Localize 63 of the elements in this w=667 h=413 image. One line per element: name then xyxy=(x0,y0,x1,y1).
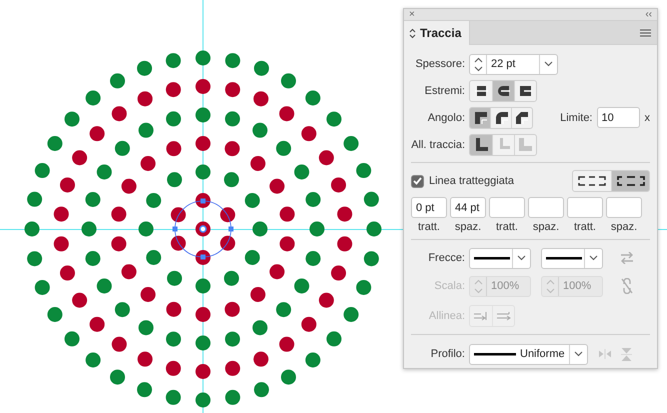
checkbox-label: Linea tratteggiata xyxy=(429,175,514,187)
field-label: Angolo: xyxy=(426,112,466,124)
panel-tab[interactable]: Traccia xyxy=(404,21,470,45)
field-value: 22 pt xyxy=(490,57,516,72)
field-label: Allinea: xyxy=(428,310,466,322)
dash-exact-icon xyxy=(577,175,607,187)
field-label: Spessore: xyxy=(414,58,466,70)
dash-field[interactable] xyxy=(567,197,603,218)
field-caption: tratt. xyxy=(496,221,518,233)
stroke-option-button[interactable] xyxy=(470,134,492,154)
stepper-icon xyxy=(546,278,554,294)
field-value: 100% xyxy=(490,279,520,294)
field-label: Scala: xyxy=(433,280,466,292)
field-caption: tratt. xyxy=(574,221,596,233)
chevron-down-icon xyxy=(544,61,553,67)
selection-outline[interactable] xyxy=(172,198,234,260)
dash-field[interactable]: 0 pt xyxy=(411,197,447,218)
stroke-option-button[interactable] xyxy=(492,80,514,100)
line-preview-icon xyxy=(474,352,516,356)
dash-field[interactable] xyxy=(489,197,525,218)
stroke-option-button[interactable] xyxy=(470,108,490,128)
dash-corners-icon xyxy=(616,175,646,187)
close-button[interactable]: × xyxy=(409,10,415,20)
field-label: Profilo: xyxy=(430,348,466,360)
line-preview-icon xyxy=(474,256,510,260)
menu-icon[interactable] xyxy=(640,28,651,37)
field-label: Limite: xyxy=(559,112,594,124)
field-label: Estremi: xyxy=(424,84,466,96)
outside-align-icon xyxy=(518,137,533,152)
end-arrow-dropdown[interactable] xyxy=(541,248,603,268)
field-value: Uniforme xyxy=(520,348,565,360)
miter-corner-icon xyxy=(472,110,488,125)
limit-field[interactable]: 10 xyxy=(596,107,640,128)
dash-field[interactable]: 44 pt xyxy=(450,197,486,218)
field-value: 100% xyxy=(562,279,592,294)
chevron-down-icon xyxy=(574,351,583,357)
check-icon xyxy=(413,177,422,185)
checkbox[interactable] xyxy=(411,174,424,188)
field-label: All. traccia: xyxy=(411,138,466,150)
stepper-icon xyxy=(474,278,482,294)
start-arrow-dropdown[interactable] xyxy=(469,248,531,268)
stepper-icon xyxy=(474,56,482,72)
chevron-down-icon xyxy=(589,255,598,261)
stepper-icon xyxy=(409,28,416,39)
weight-field[interactable]: 22 pt xyxy=(469,54,558,74)
collapse-button[interactable]: ‹‹ xyxy=(645,10,652,20)
dash-mode-button[interactable] xyxy=(611,171,649,191)
field-caption: spaz. xyxy=(532,221,560,233)
bevel-corner-icon xyxy=(514,110,530,125)
stroke-option-button[interactable] xyxy=(490,108,511,128)
panel-title: Traccia xyxy=(420,26,462,40)
field-caption: spaz. xyxy=(610,221,638,233)
dash-field[interactable] xyxy=(528,197,564,218)
chevron-down-icon xyxy=(517,255,526,261)
field-caption: spaz. xyxy=(454,221,482,233)
round-corner-icon xyxy=(494,110,509,125)
field-label: Frecce: xyxy=(427,252,466,264)
dash-field[interactable] xyxy=(606,197,642,218)
profile-dropdown[interactable]: Uniforme xyxy=(469,344,588,364)
unit-label: x xyxy=(644,112,650,124)
center-align-icon xyxy=(474,137,488,152)
field-caption: tratt. xyxy=(418,221,440,233)
line-preview-icon xyxy=(546,256,582,260)
